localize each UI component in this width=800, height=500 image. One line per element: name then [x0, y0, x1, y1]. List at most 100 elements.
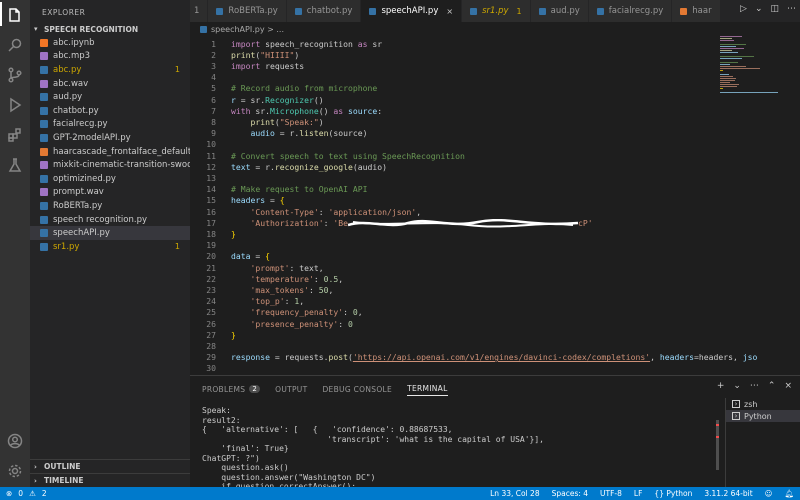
indentation[interactable]: Spaces: 4	[552, 489, 588, 498]
file-item[interactable]: haarcascade_frontalface_default.x...	[30, 145, 190, 159]
timeline-section[interactable]: › TIMELINE	[30, 473, 190, 487]
panel-tabs: PROBLEMS 2 OUTPUT DEBUG CONSOLE TERMINAL	[202, 382, 448, 396]
problem-badge: 1	[174, 242, 180, 252]
file-item[interactable]: abc.ipynb	[30, 36, 190, 50]
terminal-instance[interactable]: › Python	[726, 410, 800, 422]
file-item[interactable]: GPT-2modelAPI.py	[30, 131, 190, 145]
panel-tab[interactable]: DEBUG CONSOLE	[322, 382, 392, 396]
more-icon[interactable]: ⋯	[750, 381, 759, 391]
bell-icon[interactable]: 🔔︎	[784, 489, 794, 498]
language-mode[interactable]: {} Python	[654, 489, 692, 498]
panel-tab-label: DEBUG CONSOLE	[322, 384, 393, 394]
code-line: 7 with sr.Microphone() as source:	[190, 105, 730, 116]
minimap-line	[720, 56, 754, 57]
search-icon[interactable]	[6, 36, 24, 54]
code-line: 18}	[190, 228, 730, 239]
editor-tab[interactable]: haar	[672, 0, 721, 22]
file-item[interactable]: prompt.wav	[30, 186, 190, 200]
file-type-icon	[40, 65, 48, 74]
source-control-icon[interactable]	[6, 66, 24, 84]
file-item[interactable]: abc.mp3	[30, 50, 190, 64]
editor-tab[interactable]: RoBERTa.py	[208, 0, 287, 22]
line-number: 22	[206, 273, 216, 284]
close-icon[interactable]: ×	[446, 7, 453, 16]
chevron-down-icon[interactable]: ⌄	[755, 4, 763, 14]
problems-count-badge: 2	[249, 385, 261, 393]
maximize-icon[interactable]: ⌃	[768, 381, 776, 391]
minimap-line	[720, 78, 736, 79]
chevron-down-icon[interactable]: ⌄	[733, 381, 741, 391]
file-item[interactable]: mixkit-cinematic-transition-swoos...	[30, 158, 190, 172]
activity-bar	[0, 0, 30, 487]
panel-tab-label: TERMINAL	[407, 384, 448, 393]
outline-section[interactable]: › OUTLINE	[30, 459, 190, 473]
line-number: 19	[206, 240, 216, 251]
more-icon[interactable]: ⋯	[787, 4, 796, 14]
problems-status[interactable]: ⊗ 0 ⚠ 2	[6, 489, 47, 498]
terminal-scrollbar[interactable]	[716, 420, 719, 470]
panel-tab[interactable]: PROBLEMS 2	[202, 382, 261, 396]
file-name: abc.py	[53, 64, 82, 75]
feedback-icon[interactable]: ☺	[765, 489, 773, 498]
file-item[interactable]: speechAPI.py	[30, 226, 190, 240]
account-icon[interactable]	[6, 432, 24, 450]
terminal-instance[interactable]: › zsh	[726, 398, 800, 410]
tab-label: chatbot.py	[306, 6, 353, 16]
line-number: 17	[206, 217, 216, 228]
tab-label: speechAPI.py	[381, 6, 439, 16]
file-item[interactable]: sr1.py 1	[30, 240, 190, 254]
file-item[interactable]: chatbot.py	[30, 104, 190, 118]
files-icon[interactable]	[6, 6, 24, 24]
line-number: 5	[211, 83, 216, 94]
testing-icon[interactable]	[6, 156, 24, 174]
editor-tab[interactable]: sr1.py 1	[462, 0, 531, 22]
line-number: 27	[206, 329, 216, 340]
panel-tab[interactable]: OUTPUT	[275, 382, 307, 396]
editor-tab[interactable]: facialrecg.py	[588, 0, 673, 22]
file-item[interactable]: abc.wav	[30, 77, 190, 91]
code-text: data = {	[231, 251, 270, 262]
split-editor-icon[interactable]: ◫	[770, 4, 779, 14]
file-item[interactable]: aud.py	[30, 90, 190, 104]
new-terminal-icon[interactable]: +	[717, 381, 725, 391]
breadcrumb[interactable]: speechAPI.py > ...	[190, 22, 284, 36]
encoding[interactable]: UTF-8	[600, 489, 622, 498]
terminal-output[interactable]: Speak: result2:{ 'alternative': [ { 'conf…	[202, 406, 722, 492]
python-interpreter[interactable]: 3.11.2 64-bit	[704, 489, 752, 498]
file-item[interactable]: speech recognition.py	[30, 213, 190, 227]
file-name: aud.py	[53, 92, 83, 103]
file-name: speech recognition.py	[53, 214, 148, 225]
folder-header[interactable]: ▾ SPEECH RECOGNITION	[30, 23, 190, 35]
folder-name: SPEECH RECOGNITION	[44, 24, 139, 34]
tab-label: 1	[194, 6, 200, 16]
code-line: 15 headers = {	[190, 195, 730, 206]
editor-tab[interactable]: 1	[190, 0, 209, 22]
editor-tab[interactable]: aud.py	[530, 0, 589, 22]
editor-tab[interactable]: speechAPI.py ×	[361, 0, 463, 22]
close-icon[interactable]: ×	[784, 381, 792, 391]
code-line: 23 'max_tokens': 50,	[190, 284, 730, 295]
file-item[interactable]: abc.py 1	[30, 63, 190, 77]
file-item[interactable]: optimizined.py	[30, 172, 190, 186]
terminal-line: question.answer("Washington DC")	[202, 472, 376, 482]
minimap[interactable]	[720, 36, 780, 96]
run-debug-icon[interactable]	[6, 96, 24, 114]
file-type-icon	[40, 93, 48, 102]
code-editor[interactable]: 1 import speech_recognition as sr 2 print("…	[190, 36, 800, 374]
panel-tab[interactable]: TERMINAL	[407, 382, 448, 396]
end-of-line[interactable]: LF	[634, 489, 643, 498]
code-line: 9 audio = r.listen(source)	[190, 128, 730, 139]
file-item[interactable]: RoBERTa.py	[30, 199, 190, 213]
file-type-icon	[680, 7, 688, 15]
cursor-position[interactable]: Ln 33, Col 28	[490, 489, 539, 498]
file-name: facialrecg.py	[53, 119, 108, 130]
code-line: 19	[190, 240, 730, 251]
file-item[interactable]: facialrecg.py	[30, 118, 190, 132]
extensions-icon[interactable]	[6, 126, 24, 144]
editor-tab[interactable]: chatbot.py	[286, 0, 362, 22]
run-icon[interactable]: ▷	[740, 4, 747, 14]
code-text: print("HIIII")	[231, 49, 300, 60]
settings-gear-icon[interactable]	[6, 462, 24, 480]
line-number: 13	[206, 172, 216, 183]
file-type-icon	[294, 7, 302, 15]
